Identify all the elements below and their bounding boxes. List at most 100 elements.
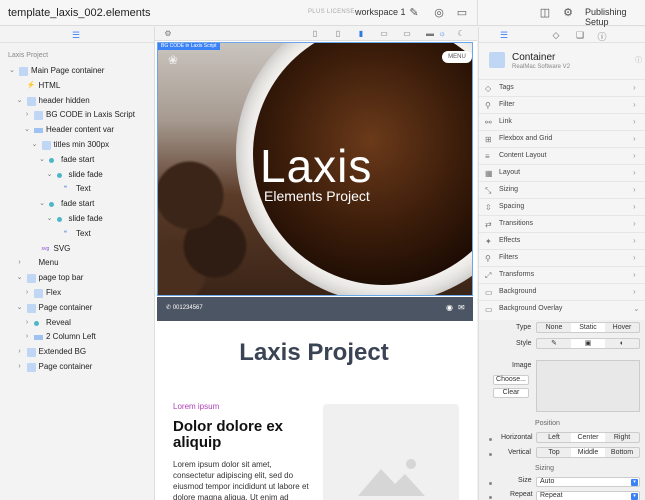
chevron-down-icon[interactable]: ⌄	[38, 153, 46, 168]
brush-icon[interactable]: ✎	[407, 6, 421, 20]
chevron-right-icon[interactable]: ›	[23, 108, 31, 123]
publishing-setup-button[interactable]: Publishing Setup	[585, 7, 645, 27]
vertical-top[interactable]: Top	[537, 448, 571, 457]
layer-item[interactable]: “ Text	[0, 182, 155, 197]
tab-code-icon[interactable]: ❑	[575, 30, 585, 41]
chevron-right-icon[interactable]: ›	[16, 256, 24, 271]
section-background-overlay[interactable]: ▭ Background Overlay ⌄	[479, 300, 645, 317]
clear-button[interactable]: Clear	[493, 388, 529, 398]
layer-item[interactable]: ⌄ page top bar	[0, 271, 155, 286]
image-well[interactable]	[536, 360, 640, 412]
layer-item[interactable]: ⌄ slide fade	[0, 168, 155, 183]
chevron-down-icon[interactable]: ⌄	[31, 138, 39, 153]
chevron-down-icon[interactable]: ⌄	[16, 271, 24, 286]
chevron-down-icon[interactable]: ⌄	[38, 197, 46, 212]
layer-item[interactable]: ⌄ Main Page container	[0, 64, 155, 79]
layer-item[interactable]: ⌄ fade start	[0, 197, 155, 212]
section-transforms[interactable]: ⤢ Transforms ›	[479, 266, 645, 283]
chevron-right-icon[interactable]: ›	[23, 286, 31, 301]
layer-item[interactable]: ⌄ slide fade	[0, 212, 155, 227]
compass-icon[interactable]: ◎	[432, 6, 446, 20]
vertical-bottom[interactable]: Bottom	[605, 448, 639, 457]
layer-item[interactable]: “ Text	[0, 227, 155, 242]
section-flexbox-and-grid[interactable]: ⊞ Flexbox and Grid ›	[479, 130, 645, 147]
layer-item[interactable]: › Extended BG	[0, 345, 155, 360]
section-filters[interactable]: ⚲ Filters ›	[479, 249, 645, 266]
choose-button[interactable]: Choose...	[493, 375, 529, 385]
chevron-down-icon[interactable]: ⌄	[16, 301, 24, 316]
section-layout[interactable]: ▦ Layout ›	[479, 164, 645, 181]
repeat-select[interactable]: Repeat ▾	[536, 491, 640, 500]
workspace-selector[interactable]: workspace 1	[355, 7, 406, 17]
layer-item[interactable]: ⌄ fade start	[0, 153, 155, 168]
chevron-right-icon[interactable]: ›	[23, 330, 31, 345]
section-filter[interactable]: ⚲ Filter ›	[479, 96, 645, 113]
chevron-right-icon[interactable]: ›	[16, 345, 24, 360]
vertical-middle[interactable]: Middle	[571, 448, 605, 457]
type-none[interactable]: None	[537, 323, 571, 332]
section-transitions[interactable]: ⇄ Transitions ›	[479, 215, 645, 232]
chevron-down-icon[interactable]: ⌄	[16, 94, 24, 109]
chevron-down-icon[interactable]: ⌄	[8, 64, 16, 79]
section-content-layout[interactable]: ≡ Content Layout ›	[479, 147, 645, 164]
phone-icon[interactable]: ▯	[333, 29, 343, 39]
hero-section[interactable]: BG CODE in Laxis Script ❀ MENU Laxis Ele…	[157, 42, 473, 296]
menu-button[interactable]: MENU	[442, 51, 472, 63]
sidebar-toggle-icon[interactable]: ◫	[538, 6, 552, 20]
style-image-icon[interactable]: ▣	[571, 339, 605, 348]
settings-icon[interactable]: ⚙	[163, 29, 173, 39]
layer-item[interactable]: svg SVG	[0, 242, 155, 257]
layer-item[interactable]: ⌄ header hidden	[0, 94, 155, 109]
chevron-right-icon[interactable]: ›	[23, 316, 31, 331]
tab-info-icon[interactable]: ⓘ	[597, 30, 607, 43]
tab-tag-icon[interactable]: ◇	[551, 30, 561, 41]
whatsapp-icon[interactable]: ◉	[446, 303, 453, 312]
chevron-down-icon[interactable]: ⌄	[46, 168, 54, 183]
image-placeholder[interactable]	[323, 404, 459, 500]
info-icon[interactable]: ⓘ	[635, 55, 642, 65]
style-color-icon[interactable]: ✎	[537, 339, 571, 348]
horizontal-left[interactable]: Left	[537, 433, 571, 442]
type-static[interactable]: Static	[571, 323, 605, 332]
lotus-logo-icon[interactable]: ❀	[168, 53, 178, 67]
section-sizing[interactable]: ⤡ Sizing ›	[479, 181, 645, 198]
chevron-right-icon[interactable]: ›	[16, 360, 24, 375]
vertical-segmented[interactable]: Top Middle Bottom	[536, 447, 640, 458]
phone-small-icon[interactable]: ▯	[310, 29, 320, 39]
preview-icon[interactable]: ▭	[455, 6, 469, 20]
layer-item[interactable]: ⌄ Header content var	[0, 123, 155, 138]
type-segmented[interactable]: None Static Hover	[536, 322, 640, 333]
mail-icon[interactable]: ✉	[458, 303, 465, 312]
layer-item[interactable]: › BG CODE in Laxis Script	[0, 108, 155, 123]
section-link[interactable]: ⚯ Link ›	[479, 113, 645, 130]
horizontal-center[interactable]: Center	[571, 433, 605, 442]
type-hover[interactable]: Hover	[605, 323, 639, 332]
section-tags[interactable]: ◇ Tags ›	[479, 79, 645, 96]
layer-item[interactable]: › Page container	[0, 360, 155, 375]
section-effects[interactable]: ✦ Effects ›	[479, 232, 645, 249]
style-gradient-icon[interactable]: ◐	[605, 339, 639, 348]
desktop-icon[interactable]: ▬	[425, 29, 435, 39]
layer-item[interactable]: ⌄ Page container	[0, 301, 155, 316]
horizontal-right[interactable]: Right	[605, 433, 639, 442]
chevron-down-icon[interactable]: ⌄	[46, 212, 54, 227]
horizontal-segmented[interactable]: Left Center Right	[536, 432, 640, 443]
gear-icon[interactable]: ⚙	[561, 6, 575, 20]
sun-icon[interactable]: ☼	[437, 29, 447, 39]
size-select[interactable]: Auto ▾	[536, 477, 640, 487]
chevron-down-icon[interactable]: ⌄	[23, 123, 31, 138]
tablet-landscape-icon[interactable]: ▭	[379, 29, 389, 39]
layer-item[interactable]: › Menu	[0, 256, 155, 271]
moon-icon[interactable]: ☾	[456, 29, 466, 39]
layer-item[interactable]: › 2 Column Left	[0, 330, 155, 345]
layer-item[interactable]: › Reveal	[0, 316, 155, 331]
phone-number[interactable]: ✆ 001234567	[166, 304, 203, 311]
layer-item[interactable]: ⚡ HTML	[0, 79, 155, 94]
tab-properties-icon[interactable]: ☰	[499, 30, 509, 41]
section-background[interactable]: ▭ Background ›	[479, 283, 645, 300]
laptop-icon[interactable]: ▭	[402, 29, 412, 39]
list-icon[interactable]: ☰	[72, 30, 80, 41]
layer-item[interactable]: › Flex	[0, 286, 155, 301]
style-segmented[interactable]: ✎ ▣ ◐	[536, 338, 640, 349]
tablet-icon[interactable]: ▮	[356, 29, 366, 39]
